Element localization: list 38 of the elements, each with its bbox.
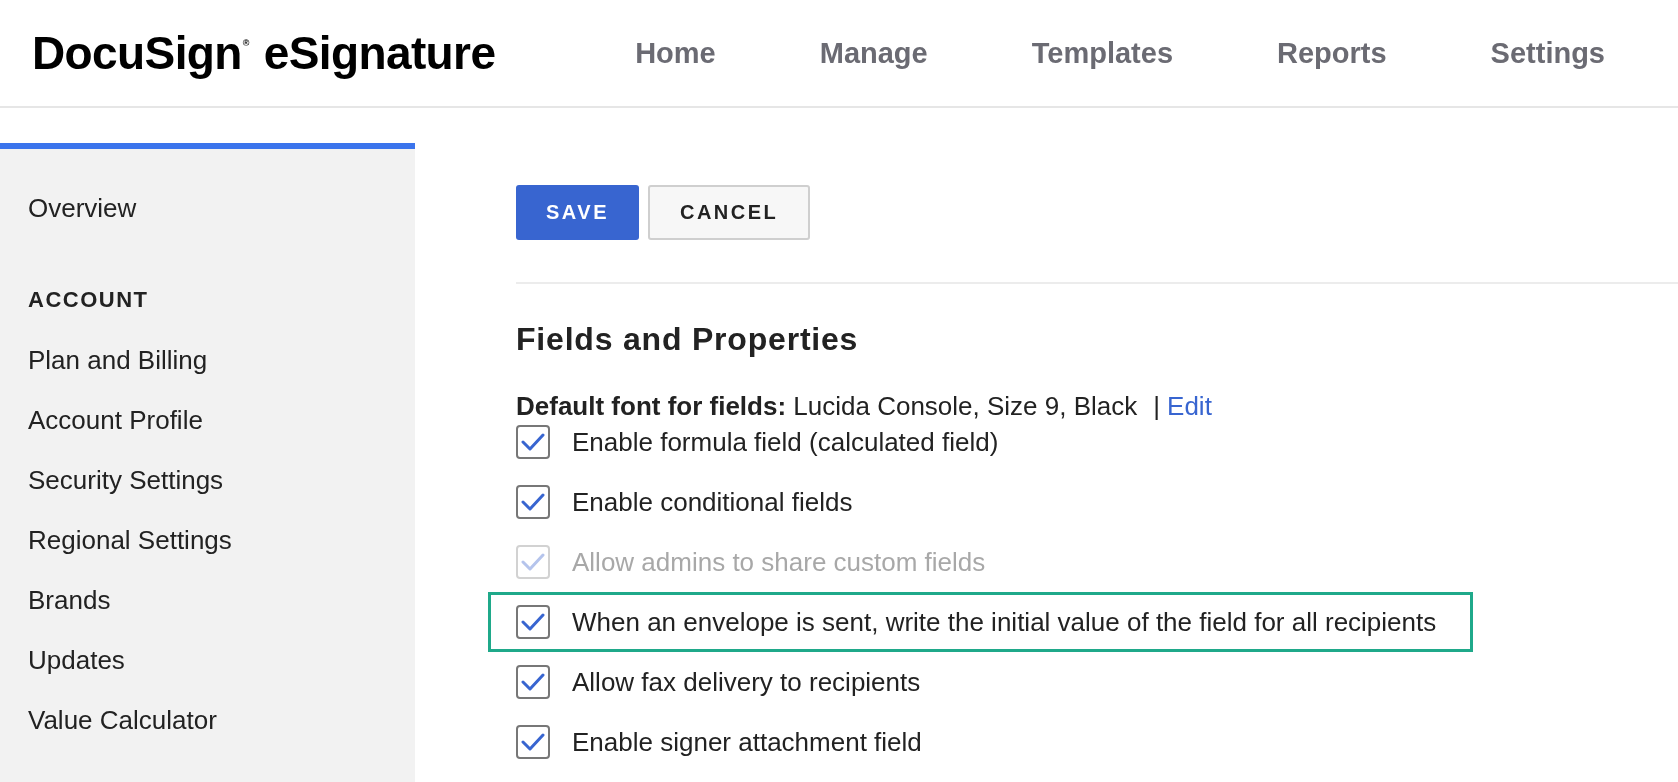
default-font-text: Default font for fields: Lucida Console, Size 9, Black bbox=[516, 390, 1138, 422]
section-title: Fields and Properties bbox=[516, 321, 860, 357]
checkbox[interactable] bbox=[516, 665, 550, 699]
edit-link[interactable]: Edit bbox=[1167, 390, 1212, 422]
sidebar-item[interactable]: Overview bbox=[0, 178, 415, 238]
sidebar-item[interactable]: Account Profile bbox=[0, 390, 415, 450]
check-icon bbox=[521, 432, 545, 452]
option-label: Enable conditional fields bbox=[572, 486, 853, 518]
checkbox[interactable] bbox=[516, 425, 550, 459]
logo: DocuSign$^{®}$ eSignature bbox=[32, 26, 496, 80]
check-icon bbox=[521, 492, 545, 512]
check-icon bbox=[521, 552, 545, 572]
checkbox[interactable] bbox=[516, 725, 550, 759]
option-label: Enable signer attachment field bbox=[572, 726, 922, 758]
sidebar-item[interactable]: Plan and Billing bbox=[0, 330, 415, 390]
nav-link[interactable]: Reports bbox=[1277, 36, 1387, 70]
check-icon bbox=[521, 672, 545, 692]
checkbox[interactable] bbox=[516, 605, 550, 639]
nav-link[interactable]: Home bbox=[635, 36, 716, 70]
sidebar-item[interactable]: Updates bbox=[0, 630, 415, 690]
option-label: Allow fax delivery to recipients bbox=[572, 666, 921, 698]
cancel-button[interactable]: CANCEL bbox=[648, 185, 811, 240]
nav-link[interactable]: Manage bbox=[819, 36, 928, 70]
nav-link[interactable]: Settings bbox=[1490, 36, 1605, 70]
option-label: When an envelope is sent, write the initial value of the field for all recipients bbox=[572, 606, 1437, 638]
check-icon bbox=[521, 732, 545, 752]
sidebar-item[interactable]: Security Settings bbox=[0, 450, 415, 510]
option-label: Allow admins to share custom fields bbox=[572, 546, 986, 578]
sidebar-heading: ACCOUNT bbox=[27, 286, 150, 314]
pipe-separator: | bbox=[1153, 390, 1161, 422]
option-label: Enable formula field (calculated field) bbox=[572, 426, 999, 458]
sidebar-item[interactable]: Brands bbox=[0, 570, 415, 630]
sidebar-item[interactable]: Regional Settings bbox=[0, 510, 415, 570]
save-button[interactable]: SAVE bbox=[516, 185, 639, 240]
sidebar-item[interactable]: Value Calculator bbox=[0, 690, 415, 750]
nav-link[interactable]: Templates bbox=[1031, 36, 1173, 70]
checkbox[interactable] bbox=[516, 485, 550, 519]
check-icon bbox=[521, 612, 545, 632]
